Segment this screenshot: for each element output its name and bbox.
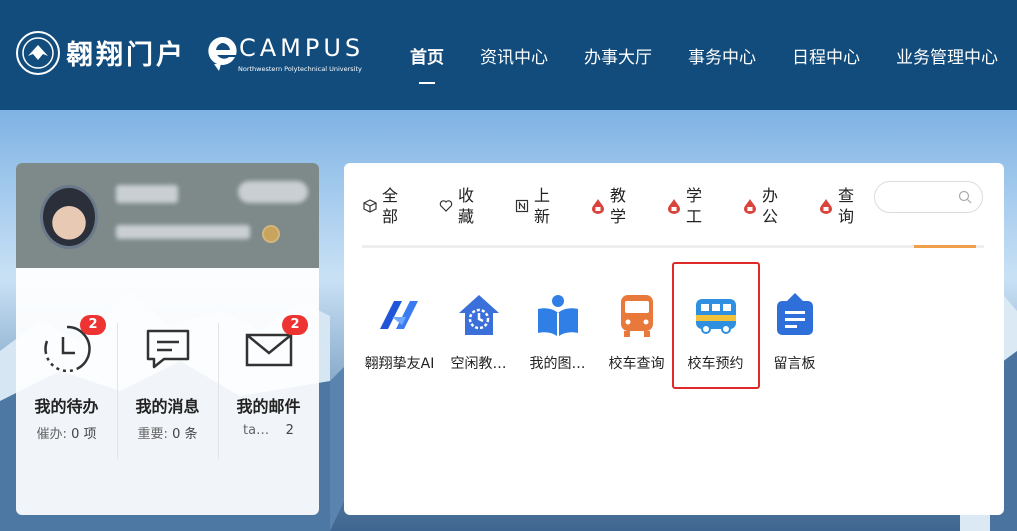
- app-label: 校车查询: [608, 356, 665, 372]
- todo-sub-label: 催办:: [36, 427, 67, 442]
- nav-label: 办事大厅: [584, 47, 652, 68]
- ai-logo-icon: [379, 301, 418, 329]
- mail-badge: 2: [282, 315, 308, 335]
- medal-icon: [262, 225, 280, 243]
- new-icon: [514, 198, 530, 214]
- app-grid: 翱翔挚友AI 空闲教… 我的图… 校车查询 校车预约 留言板: [360, 283, 834, 373]
- nav-news[interactable]: 资讯中心: [462, 0, 566, 110]
- nav-business-admin[interactable]: 业务管理中心: [878, 0, 1016, 110]
- main-nav: 首页 资讯中心 办事大厅 事务中心 日程中心 业务管理中心: [392, 0, 1016, 110]
- todo-title: 我的待办: [34, 397, 99, 416]
- mail-stat[interactable]: 2 我的邮件 ta… 2: [218, 313, 319, 473]
- tab-divider: [362, 245, 984, 248]
- message-sub-value: 0 条: [172, 427, 198, 442]
- profile-card: 2 我的待办 催办: 0 项 我的消息 重要: 0 条 2 我的邮件 ta… 2: [16, 163, 319, 515]
- scroll-indicator[interactable]: [914, 245, 976, 248]
- tab-label: 收藏: [458, 186, 475, 226]
- drop-icon: [590, 198, 606, 214]
- nav-home[interactable]: 首页: [392, 0, 462, 110]
- university-seal-logo: [16, 31, 60, 75]
- message-board-icon: [776, 293, 813, 335]
- heart-icon: [438, 198, 454, 214]
- todo-stat[interactable]: 2 我的待办 催办: 0 项: [16, 313, 117, 473]
- active-underline: [419, 82, 435, 84]
- message-title: 我的消息: [135, 397, 200, 416]
- blurred-username: [116, 185, 178, 203]
- app-free-classroom[interactable]: 空闲教…: [439, 283, 518, 373]
- category-tabs: 全部 收藏 上新 教学 学工 办公 查询: [362, 183, 894, 229]
- mail-title: 我的邮件: [236, 397, 301, 416]
- book-icon: [537, 295, 578, 337]
- blurred-role-tag: [238, 181, 308, 203]
- todo-sub: 催办: 0 项: [16, 423, 117, 442]
- todo-sub-value: 0 项: [71, 427, 97, 442]
- tab-new[interactable]: 上新: [514, 183, 590, 229]
- tab-all[interactable]: 全部: [362, 183, 438, 229]
- app-panel: 全部 收藏 上新 教学 学工 办公 查询 翱翔挚友AI 空闲教… 我的图… 校车…: [344, 163, 1004, 515]
- ecampus-word: CAMPUS: [239, 34, 365, 62]
- nav-affairs[interactable]: 事务中心: [670, 0, 774, 110]
- tab-favorites[interactable]: 收藏: [438, 183, 514, 229]
- classroom-icon: [458, 295, 499, 335]
- tab-label: 全部: [382, 186, 399, 226]
- app-my-library[interactable]: 我的图…: [518, 283, 597, 373]
- mail-sub-value: 2: [285, 423, 294, 438]
- mail-sub: ta… 2: [218, 423, 319, 438]
- app-message-board[interactable]: 留言板: [755, 283, 834, 373]
- message-sub: 重要: 0 条: [117, 423, 218, 442]
- bus-icon: [620, 295, 653, 337]
- message-icon: [146, 329, 190, 369]
- nav-service-hall[interactable]: 办事大厅: [566, 0, 670, 110]
- tab-student-affairs[interactable]: 学工: [666, 183, 742, 229]
- drop-icon: [818, 198, 834, 214]
- tab-teaching[interactable]: 教学: [590, 183, 666, 229]
- tab-office[interactable]: 办公: [742, 183, 818, 229]
- drop-icon: [742, 198, 758, 214]
- drop-icon: [666, 198, 682, 214]
- app-label: 空闲教…: [450, 356, 507, 372]
- avatar[interactable]: [40, 185, 98, 249]
- tab-label: 上新: [534, 186, 551, 226]
- nav-label: 业务管理中心: [896, 47, 998, 68]
- app-shuttle-query[interactable]: 校车查询: [597, 283, 676, 373]
- ecampus-e-icon: [208, 36, 237, 71]
- nav-label: 事务中心: [688, 47, 756, 68]
- message-stat[interactable]: 我的消息 重要: 0 条: [117, 313, 218, 473]
- search-icon[interactable]: [958, 190, 972, 204]
- portal-logo-text: 翱翔门户: [66, 40, 186, 71]
- tab-label: 教学: [610, 186, 627, 226]
- mail-sub-label: ta…: [243, 423, 270, 438]
- nav-label: 首页: [410, 47, 444, 68]
- cube-icon: [362, 198, 378, 214]
- profile-header: [16, 163, 319, 268]
- app-label: 翱翔挚友AI: [364, 356, 435, 372]
- nav-schedule[interactable]: 日程中心: [774, 0, 878, 110]
- profile-stats: 2 我的待办 催办: 0 项 我的消息 重要: 0 条 2 我的邮件 ta… 2: [16, 313, 319, 473]
- todo-badge: 2: [80, 315, 106, 335]
- top-header: 翱翔门户 CAMPUS Northwestern Polytechnical U…: [0, 0, 1017, 110]
- ecampus-subtitle: Northwestern Polytechnical University: [238, 65, 362, 73]
- app-label: 留言板: [773, 356, 816, 372]
- highlight-box: [672, 262, 760, 389]
- search-input[interactable]: [874, 181, 983, 213]
- blurred-department: [116, 225, 250, 239]
- app-ai-friend[interactable]: 翱翔挚友AI: [360, 283, 439, 373]
- tab-label: 学工: [686, 186, 703, 226]
- app-label: 我的图…: [529, 356, 586, 372]
- nav-label: 日程中心: [792, 47, 860, 68]
- tab-label: 查询: [838, 186, 855, 226]
- tab-label: 办公: [762, 186, 779, 226]
- nav-label: 资讯中心: [480, 47, 548, 68]
- message-sub-label: 重要:: [137, 427, 168, 442]
- ecampus-logo: CAMPUS Northwestern Polytechnical Univer…: [205, 32, 375, 78]
